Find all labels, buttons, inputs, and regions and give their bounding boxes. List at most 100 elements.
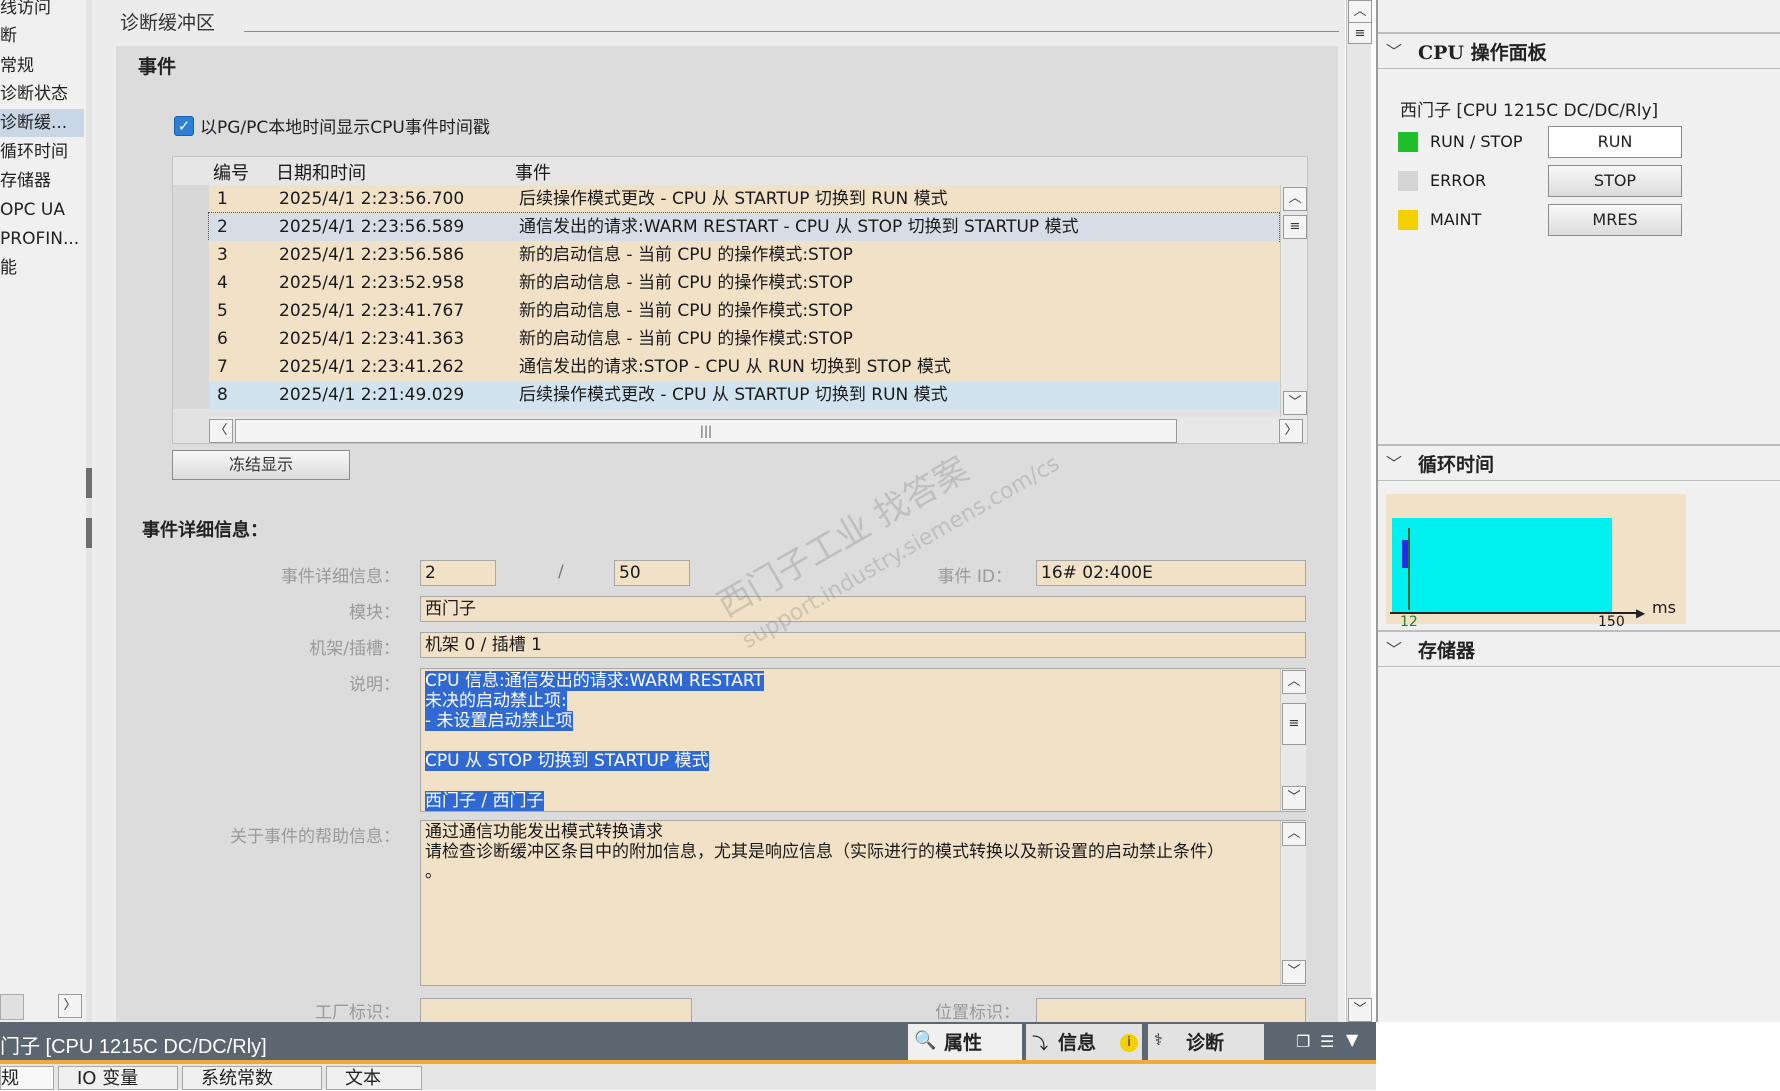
rack-slot-field: 机架 0 / 插槽 1 bbox=[420, 632, 1306, 658]
memory-header[interactable]: ﹀ 存储器 bbox=[1378, 630, 1780, 667]
chevron-down-icon[interactable]: ﹀ bbox=[1386, 38, 1402, 62]
plant-id-field[interactable] bbox=[420, 998, 692, 1024]
nav-item-diagnostics[interactable]: 断 bbox=[0, 22, 84, 50]
row-header[interactable] bbox=[173, 269, 209, 297]
row-header[interactable] bbox=[173, 241, 209, 269]
local-time-checkbox[interactable]: ✓ bbox=[174, 116, 194, 136]
main-vertical-scrollbar[interactable]: ︿ ≡ ﹀ bbox=[1346, 0, 1372, 1022]
column-header-event[interactable]: 事件 bbox=[515, 159, 551, 185]
row-header[interactable] bbox=[173, 325, 209, 353]
description-scroll-thumb[interactable]: ≡ bbox=[1282, 703, 1306, 745]
cycle-time-min-marker bbox=[1408, 528, 1410, 610]
table-scroll-down-icon[interactable]: ﹀ bbox=[1283, 391, 1307, 415]
row-datetime: 2025/4/1 2:21:49.029 bbox=[279, 385, 465, 405]
table-row[interactable]: 3 2025/4/1 2:23:56.586 新的启动信息 - 当前 CPU 的操作… bbox=[173, 241, 1279, 269]
table-scroll-right-icon[interactable]: 〉 bbox=[1279, 419, 1303, 443]
description-scroll-up-icon[interactable]: ︿ bbox=[1282, 670, 1306, 694]
cycle-time-header[interactable]: ﹀ 循环时间 bbox=[1378, 444, 1780, 481]
nav-item-cycle-time[interactable]: 循环时间 bbox=[0, 138, 84, 166]
subtab-io-tags[interactable]: IO 变量 bbox=[58, 1066, 178, 1090]
event-detail-index-field[interactable]: 2 bbox=[420, 560, 496, 586]
row-header[interactable] bbox=[173, 185, 209, 213]
nav-item-profinet[interactable]: PROFIN... bbox=[0, 225, 84, 253]
help-line: 通过通信功能发出模式转换请求 bbox=[425, 822, 663, 842]
mres-button[interactable]: MRES bbox=[1548, 204, 1682, 236]
row-number: 7 bbox=[217, 357, 228, 377]
row-datetime: 2025/4/1 2:23:52.958 bbox=[279, 273, 465, 293]
axis-arrow-icon: ▶ bbox=[1636, 606, 1646, 620]
nav-item-general[interactable]: 常规 bbox=[0, 52, 84, 80]
table-row[interactable]: 7 2025/4/1 2:23:41.262 通信发出的请求:STOP - CPU … bbox=[173, 353, 1279, 381]
help-scrollbar[interactable]: ︿ ﹀ bbox=[1280, 821, 1306, 985]
chevron-down-icon[interactable]: ﹀ bbox=[1386, 450, 1402, 474]
freeze-display-button[interactable]: 冻结显示 bbox=[172, 450, 350, 480]
info-badge-icon: i bbox=[1120, 1034, 1138, 1052]
tab-diagnostics[interactable]: ⚕ 诊断 bbox=[1148, 1024, 1264, 1060]
description-scroll-down-icon[interactable]: ﹀ bbox=[1282, 786, 1306, 810]
left-navigation: 线访问 断 常规 诊断状态 诊断缓... 循环时间 存储器 OPC UA PRO… bbox=[0, 0, 87, 1022]
row-header[interactable] bbox=[173, 213, 209, 241]
location-id-field[interactable] bbox=[1036, 998, 1306, 1024]
description-line: CPU 从 STOP 切换到 STARTUP 模式 bbox=[425, 751, 709, 771]
column-header-datetime[interactable]: 日期和时间 bbox=[276, 159, 366, 185]
table-horizontal-scrollbar[interactable]: 〈 ||| 〉 bbox=[209, 417, 1307, 443]
row-datetime: 2025/4/1 2:23:56.700 bbox=[279, 189, 465, 209]
table-row[interactable]: 8 2025/4/1 2:21:49.029 后续操作模式更改 - CPU 从 ST… bbox=[173, 381, 1279, 409]
row-datetime: 2025/4/1 2:23:41.767 bbox=[279, 301, 465, 321]
table-row[interactable]: 2 2025/4/1 2:23:56.589 通信发出的请求:WARM RESTAR… bbox=[173, 212, 1280, 242]
float-window-icon[interactable]: ❐ bbox=[1296, 1032, 1310, 1051]
scroll-thumb[interactable]: ≡ bbox=[1348, 22, 1372, 44]
module-field: 西门子 bbox=[420, 596, 1306, 622]
table-row[interactable]: 6 2025/4/1 2:23:41.363 新的启动信息 - 当前 CPU 的操作… bbox=[173, 325, 1279, 353]
cycle-time-unit: ms bbox=[1652, 598, 1676, 617]
row-header[interactable] bbox=[173, 381, 209, 409]
rack-slot-label: 机架/插槽： bbox=[309, 639, 400, 659]
scroll-up-icon[interactable]: ︿ bbox=[1348, 0, 1372, 24]
nav-item-opc-ua[interactable]: OPC UA bbox=[0, 196, 84, 224]
chevron-down-icon[interactable]: ﹀ bbox=[1386, 636, 1402, 660]
nav-item-diagnostic-status[interactable]: 诊断状态 bbox=[0, 80, 84, 108]
table-row[interactable]: 5 2025/4/1 2:23:41.767 新的启动信息 - 当前 CPU 的操作… bbox=[173, 297, 1279, 325]
table-row[interactable]: 1 2025/4/1 2:23:56.700 后续操作模式更改 - CPU 从 ST… bbox=[173, 185, 1279, 213]
nav-scroll-right-button[interactable]: 〉 bbox=[58, 994, 82, 1018]
table-scroll-thumb[interactable]: ≡ bbox=[1283, 215, 1307, 239]
table-scroll-left-icon[interactable]: 〈 bbox=[209, 419, 233, 443]
table-row[interactable]: 4 2025/4/1 2:23:52.958 新的启动信息 - 当前 CPU 的操作… bbox=[173, 269, 1279, 297]
column-header-number[interactable]: 编号 bbox=[213, 159, 249, 185]
title-divider bbox=[244, 31, 1339, 32]
row-number: 8 bbox=[217, 385, 228, 405]
scroll-down-icon[interactable]: ﹀ bbox=[1348, 998, 1372, 1022]
table-vertical-scrollbar[interactable]: ︿ ≡ ﹀ bbox=[1280, 185, 1307, 417]
stop-button[interactable]: STOP bbox=[1548, 165, 1682, 197]
subtab-general[interactable]: 规 bbox=[0, 1066, 54, 1090]
nav-item-online-access[interactable]: 线访问 bbox=[0, 0, 84, 22]
diagnostics-icon: ⚕ bbox=[1154, 1030, 1163, 1049]
cpu-name: 西门子 [CPU 1215C DC/DC/Rly] bbox=[1400, 101, 1659, 121]
subtab-system-constants[interactable]: 系统常数 bbox=[182, 1066, 322, 1090]
cpu-panel-header[interactable]: ﹀ CPU 操作面板 bbox=[1378, 32, 1780, 69]
task-card-panel: ﹀ CPU 操作面板 西门子 [CPU 1215C DC/DC/Rly] RUN… bbox=[1376, 0, 1780, 1022]
row-header[interactable] bbox=[173, 353, 209, 381]
inspector-subtabs: 规 IO 变量 系统常数 文本 bbox=[0, 1064, 1376, 1090]
run-button[interactable]: RUN bbox=[1548, 126, 1682, 158]
chevron-down-icon[interactable]: ▼ bbox=[1346, 1030, 1358, 1049]
properties-icon: 🔍 bbox=[914, 1030, 937, 1051]
table-scroll-up-icon[interactable]: ︿ bbox=[1283, 187, 1307, 211]
nav-item-memory[interactable]: 存储器 bbox=[0, 167, 84, 195]
tab-info[interactable]: ⤵ 信息 i bbox=[1026, 1024, 1142, 1060]
description-textarea[interactable]: CPU 信息:通信发出的请求:WARM RESTART 未决的启动禁止项: - … bbox=[420, 668, 1306, 812]
subtab-texts[interactable]: 文本 bbox=[326, 1066, 422, 1090]
nav-scroll-thumb[interactable] bbox=[0, 994, 24, 1020]
help-scroll-down-icon[interactable]: ﹀ bbox=[1282, 960, 1306, 984]
table-hscroll-thumb[interactable]: ||| bbox=[235, 419, 1177, 443]
nav-item-functions[interactable]: 能 bbox=[0, 254, 84, 282]
maint-led-icon bbox=[1398, 210, 1418, 230]
help-scroll-up-icon[interactable]: ︿ bbox=[1282, 822, 1306, 846]
help-textarea[interactable]: 通过通信功能发出模式转换请求 请检查诊断缓冲区条目中的附加信息，尤其是响应信息（… bbox=[420, 820, 1306, 986]
list-view-icon[interactable]: ☰ bbox=[1320, 1032, 1334, 1051]
row-header[interactable] bbox=[173, 297, 209, 325]
tab-properties[interactable]: 🔍 属性 bbox=[908, 1024, 1022, 1060]
help-line: 请检查诊断缓冲区条目中的附加信息，尤其是响应信息（实际进行的模式转换以及新设置的… bbox=[425, 842, 1224, 862]
nav-item-diagnostic-buffer[interactable]: 诊断缓... bbox=[0, 109, 84, 137]
description-scrollbar[interactable]: ︿ ≡ ﹀ bbox=[1280, 669, 1306, 811]
